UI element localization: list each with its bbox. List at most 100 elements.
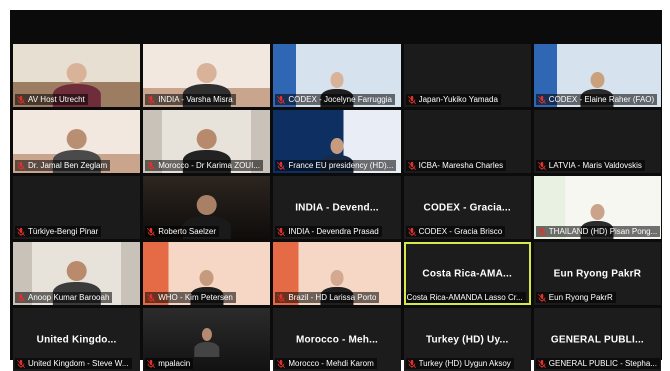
microphone-muted-icon [277, 95, 286, 104]
participant-display-name: CODEX - Gracia... [423, 202, 511, 213]
microphone-muted-icon [537, 95, 546, 104]
participant-display-name: United Kingdo... [36, 334, 117, 345]
microphone-muted-icon [537, 227, 546, 236]
video-call-window: AV Host Utrecht INDIA - Varsha Misra COD… [10, 10, 662, 371]
microphone-muted-icon [537, 293, 546, 302]
participant-name-label: Dr. Jamal Ben Zeglam [15, 160, 111, 171]
microphone-muted-icon [147, 359, 156, 368]
participant-tile[interactable]: Japan-Yukiko Yamada [403, 44, 531, 107]
participant-name: THAILAND (HD) Pisan Pong... [548, 227, 658, 236]
participant-name-label: ICBA- Maresha Charles [405, 160, 507, 171]
participant-tile[interactable]: Turkey (HD) Uy... Turkey (HD) Uygun Akso… [403, 308, 531, 371]
participant-name: CODEX - Gracia Brisco [418, 227, 503, 236]
participant-name-label: THAILAND (HD) Pisan Pong... [535, 226, 661, 237]
participant-name-label: Eun Ryong PakrR [535, 292, 616, 303]
participant-name-label: WHO - Kim Petersen [145, 292, 236, 303]
participant-name-label: INDIA - Varsha Misra [145, 94, 236, 105]
participant-tile[interactable]: CODEX - Jocelyne Farruggia [273, 44, 401, 107]
microphone-muted-icon [147, 161, 156, 170]
participant-name-label: Türkiye-Bengi Pinar [15, 226, 102, 237]
participant-name: Turkey (HD) Uygun Aksoy [418, 359, 511, 368]
microphone-muted-icon [407, 161, 416, 170]
participant-tile[interactable]: CODEX - Elaine Raher (FAO) [533, 44, 661, 107]
participant-name: Japan-Yukiko Yamada [418, 95, 498, 104]
participant-tile[interactable]: Roberto Saelzer [143, 176, 271, 239]
microphone-muted-icon [277, 293, 286, 302]
participant-name: United Kingdom - Steve W... [28, 359, 129, 368]
participant-name: INDIA - Varsha Misra [158, 95, 233, 104]
participant-name-label: Costa Rica-AMANDA Lasso Cr... [405, 292, 526, 303]
participant-name: AV Host Utrecht [28, 95, 85, 104]
participant-name: Morocco - Mehdi Karom [288, 359, 374, 368]
participant-tile[interactable]: Eun Ryong PakrR Eun Ryong PakrR [533, 242, 661, 305]
participant-name: LATVIA - Maris Valdovskis [548, 161, 642, 170]
microphone-muted-icon [537, 161, 546, 170]
participant-display-name: Costa Rica-AMA... [422, 268, 512, 279]
participant-tile[interactable]: INDIA - Devend... INDIA - Devendra Prasa… [273, 176, 401, 239]
microphone-muted-icon [407, 359, 416, 368]
participant-display-name: GENERAL PUBLI... [550, 334, 644, 345]
participant-name: Eun Ryong PakrR [548, 293, 613, 302]
participant-tile[interactable]: AV Host Utrecht [13, 44, 141, 107]
participant-name-label: AV Host Utrecht [15, 94, 88, 105]
participant-name-label: INDIA - Devendra Prasad [275, 226, 382, 237]
microphone-muted-icon [147, 293, 156, 302]
participant-tile[interactable]: Morocco - Meh... Morocco - Mehdi Karom [273, 308, 401, 371]
participant-tile[interactable]: Brazil - HD Larissa Porto [273, 242, 401, 305]
participant-name: Dr. Jamal Ben Zeglam [28, 161, 108, 170]
participant-name: Roberto Saelzer [158, 227, 216, 236]
participant-tile[interactable]: LATVIA - Maris Valdovskis [533, 110, 661, 173]
participant-name-label: GENERAL PUBLIC - Stepha... [535, 358, 660, 369]
participant-name-label: CODEX - Elaine Raher (FAO) [535, 94, 658, 105]
participant-name-label: Morocco - Mehdi Karom [275, 358, 377, 369]
participant-name-label: Brazil - HD Larissa Porto [275, 292, 380, 303]
participant-tile[interactable]: France EU presidency (HD)... [273, 110, 401, 173]
participant-tile[interactable]: GENERAL PUBLI... GENERAL PUBLIC - Stepha… [533, 308, 661, 371]
participant-display-name: Eun Ryong PakrR [553, 268, 642, 279]
microphone-muted-icon [407, 95, 416, 104]
participant-name: Türkiye-Bengi Pinar [28, 227, 99, 236]
microphone-muted-icon [16, 161, 26, 170]
participant-tile[interactable]: United Kingdo... United Kingdom - Steve … [13, 308, 141, 371]
participant-name-label: Morocco - Dr Karima ZOUI... [145, 160, 263, 171]
participant-tile[interactable]: WHO - Kim Petersen [143, 242, 271, 305]
participant-tile[interactable]: THAILAND (HD) Pisan Pong... [533, 176, 661, 239]
participant-name-label: Turkey (HD) Uygun Aksoy [405, 358, 514, 369]
participant-name-label: mpalacin [145, 358, 194, 369]
participant-tile[interactable]: ICBA- Maresha Charles [403, 110, 531, 173]
participant-tile[interactable]: Dr. Jamal Ben Zeglam [13, 110, 141, 173]
participant-tile[interactable]: Morocco - Dr Karima ZOUI... [143, 110, 271, 173]
microphone-muted-icon [537, 359, 546, 368]
participant-name: France EU presidency (HD)... [288, 161, 394, 170]
participant-name-label: CODEX - Gracia Brisco [405, 226, 506, 237]
participant-gallery-grid: AV Host Utrecht INDIA - Varsha Misra COD… [13, 44, 661, 371]
participant-display-name: Turkey (HD) Uy... [425, 334, 509, 345]
participant-tile[interactable]: mpalacin [143, 308, 271, 371]
participant-name-label: Anoop Kumar Barooah [15, 292, 113, 303]
participant-tile[interactable]: Türkiye-Bengi Pinar [13, 176, 141, 239]
microphone-muted-icon [147, 95, 156, 104]
participant-name: Costa Rica-AMANDA Lasso Cr... [406, 293, 523, 302]
participant-name: Morocco - Dr Karima ZOUI... [158, 161, 260, 170]
participant-name: ICBA- Maresha Charles [418, 161, 504, 170]
participant-name: Brazil - HD Larissa Porto [288, 293, 377, 302]
microphone-muted-icon [16, 95, 26, 104]
participant-name: GENERAL PUBLIC - Stepha... [548, 359, 657, 368]
participant-name: Anoop Kumar Barooah [28, 293, 110, 302]
participant-tile-active-speaker[interactable]: Costa Rica-AMA... Costa Rica-AMANDA Lass… [403, 242, 531, 305]
participant-name-label: France EU presidency (HD)... [275, 160, 397, 171]
participant-display-name: INDIA - Devend... [295, 202, 379, 213]
participant-name-label: Roberto Saelzer [145, 226, 219, 237]
participant-tile[interactable]: CODEX - Gracia... CODEX - Gracia Brisco [403, 176, 531, 239]
participant-tile[interactable]: Anoop Kumar Barooah [13, 242, 141, 305]
microphone-muted-icon [277, 227, 286, 236]
microphone-muted-icon [277, 359, 286, 368]
microphone-muted-icon [407, 227, 416, 236]
participant-name: CODEX - Jocelyne Farruggia [288, 95, 392, 104]
microphone-muted-icon [277, 161, 286, 170]
participant-video-person [194, 328, 220, 357]
microphone-muted-icon [16, 359, 26, 368]
participant-name: mpalacin [158, 359, 191, 368]
participant-tile[interactable]: INDIA - Varsha Misra [143, 44, 271, 107]
participant-name-label: LATVIA - Maris Valdovskis [535, 160, 645, 171]
